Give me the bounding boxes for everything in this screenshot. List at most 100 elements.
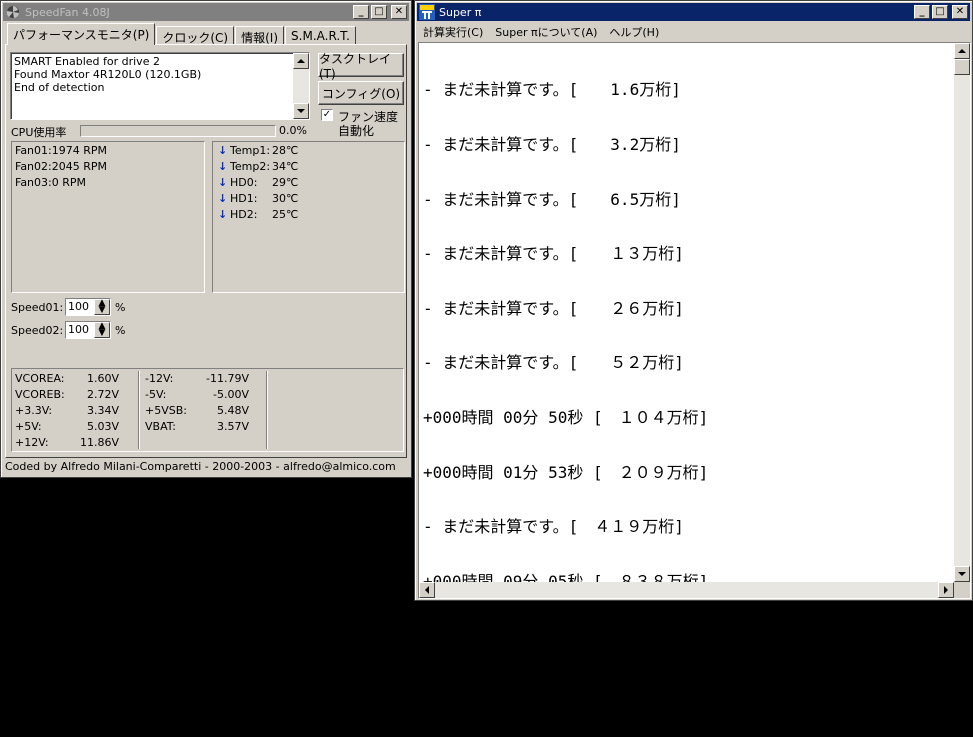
superpi-titlebar[interactable]: Super π _ □ ✕: [417, 3, 970, 21]
voltage-value: 5.48V: [216, 404, 249, 417]
temp-value: 34℃: [272, 160, 299, 173]
fan-speed-auto-label-2: 自動化: [338, 124, 375, 138]
voltage-value: 5.03V: [86, 420, 119, 433]
menu-help[interactable]: ヘルプ(H): [603, 24, 665, 40]
log-line: SMART Enabled for drive 2: [14, 55, 160, 68]
temp-value: 30℃: [272, 192, 299, 205]
log-scrollbar[interactable]: [293, 53, 309, 119]
checkbox-icon[interactable]: ✓: [321, 109, 333, 121]
scroll-down-icon[interactable]: [954, 566, 970, 582]
temp-name: Temp2:: [230, 160, 271, 173]
temp-row: ↓ HD1: 30℃: [218, 192, 298, 205]
status-bar: Coded by Alfredo Milani-Comparetti - 200…: [5, 460, 396, 473]
down-arrow-icon: ↓: [218, 192, 228, 205]
fan-speed-auto-checkbox[interactable]: ✓: [321, 109, 335, 123]
result-line: - まだ未計算です。[ 3.2万桁]: [423, 135, 681, 155]
cpu-usage-value: 0.0%: [279, 124, 307, 137]
speedfan-window: SpeedFan 4.08J _ □ ✕ パフォーマンスモニタ(P) クロック(…: [0, 0, 412, 478]
voltage-row: VBAT: 3.57V: [145, 420, 249, 433]
result-line: - まだ未計算です。[ ５２万桁]: [423, 353, 684, 373]
result-line: - まだ未計算です。[ １３万桁]: [423, 244, 684, 264]
voltage-value: 2.72V: [86, 388, 119, 401]
log-line: End of detection: [14, 81, 105, 94]
tab-clock[interactable]: クロック(C): [156, 26, 235, 45]
tab-smart[interactable]: S.M.A.R.T.: [285, 26, 356, 45]
fan-reading: Fan03:0 RPM: [15, 176, 86, 189]
down-arrow-icon: ↓: [218, 160, 228, 173]
tasktray-button[interactable]: タスクトレイ(T): [318, 52, 404, 81]
voltage-row: +5VSB: 5.48V: [145, 404, 249, 417]
fan-reading: Fan02:2045 RPM: [15, 160, 107, 173]
menu-calculate[interactable]: 計算実行(C): [417, 24, 489, 40]
down-arrow-icon: ↓: [218, 208, 228, 221]
scroll-corner: [954, 582, 970, 598]
close-icon[interactable]: ✕: [952, 5, 968, 19]
config-button[interactable]: コンフィグ(O): [318, 81, 404, 105]
results-text-area[interactable]: - まだ未計算です。[ 1.6万桁] - まだ未計算です。[ 3.2万桁] - …: [418, 42, 971, 700]
result-line: - まだ未計算です。[１６７７万桁]: [423, 626, 684, 646]
voltage-row: VCOREA: 1.60V: [15, 372, 119, 385]
voltage-value: 3.57V: [216, 420, 249, 433]
voltage-value: 3.34V: [86, 404, 119, 417]
cpu-usage-bar: [80, 125, 276, 137]
down-arrow-icon: ↓: [218, 176, 228, 189]
temp-row: ↓ HD0: 29℃: [218, 176, 298, 189]
menu-about[interactable]: Super πについて(A): [489, 24, 603, 40]
menu-bar: 計算実行(C) Super πについて(A) ヘルプ(H): [417, 22, 665, 42]
scroll-down-icon[interactable]: [293, 103, 309, 119]
voltage-row: -5V: -5.00V: [145, 388, 249, 401]
scroll-thumb[interactable]: [954, 59, 970, 75]
voltage-value: -5.00V: [213, 388, 249, 401]
voltage-name: VCOREB:: [15, 388, 65, 401]
speed02-field[interactable]: 100 ▲ ▼: [65, 321, 111, 339]
result-line: +000時間 00分 50秒 [ １０４万桁]: [423, 408, 709, 428]
speed01-percent: %: [115, 301, 126, 314]
results-lines: - まだ未計算です。[ 1.6万桁] - まだ未計算です。[ 3.2万桁] - …: [423, 45, 708, 737]
maximize-icon[interactable]: □: [371, 5, 387, 19]
tab-info[interactable]: 情報(I): [235, 26, 285, 45]
voltage-name: +3.3V:: [15, 404, 53, 417]
scroll-up-icon[interactable]: [954, 43, 970, 59]
temp-value: 25℃: [272, 208, 299, 221]
voltage-col-divider: [266, 371, 268, 449]
voltage-col-divider: [138, 371, 140, 449]
voltage-row: +12V: 11.86V: [15, 436, 119, 449]
maximize-icon[interactable]: □: [932, 5, 948, 19]
voltage-name: -5V:: [145, 388, 167, 401]
speed01-label: Speed01:: [11, 301, 64, 314]
scroll-left-icon[interactable]: [419, 582, 435, 598]
scroll-right-icon[interactable]: [938, 582, 954, 598]
minimize-icon[interactable]: _: [914, 5, 930, 19]
fan-reading: Fan01:1974 RPM: [15, 144, 107, 157]
temps-panel: ↓ Temp1: 28℃ ↓ Temp2: 34℃ ↓ HD0: 29℃ ↓ HD1: 30℃ …: [212, 141, 405, 293]
close-icon[interactable]: ✕: [391, 5, 407, 19]
result-line: - まだ未計算です。[ 1.6万桁]: [423, 80, 681, 100]
voltage-name: VBAT:: [145, 420, 176, 433]
scroll-up-icon[interactable]: [293, 53, 309, 69]
temp-name: Temp1:: [230, 144, 271, 157]
speed01-field[interactable]: 100 ▲ ▼: [65, 298, 111, 316]
speedfan-titlebar[interactable]: SpeedFan 4.08J _ □ ✕: [3, 3, 409, 21]
result-line: - まだ未計算です。[ 6.5万桁]: [423, 189, 681, 209]
horizontal-scrollbar[interactable]: [419, 582, 954, 598]
minimize-icon[interactable]: _: [353, 5, 369, 19]
fan-icon: [5, 4, 21, 20]
speed02-value[interactable]: 100: [68, 323, 89, 336]
voltage-row: VCOREB: 2.72V: [15, 388, 119, 401]
log-box: SMART Enabled for drive 2 Found Maxtor 4…: [10, 52, 310, 120]
voltage-name: +5VSB:: [145, 404, 187, 417]
tab-strip: パフォーマンスモニタ(P) クロック(C) 情報(I) S.M.A.R.T.: [7, 23, 357, 45]
voltage-value: -11.79V: [206, 372, 249, 385]
tab-performance-monitor[interactable]: パフォーマンスモニタ(P): [7, 23, 156, 45]
speed01-spinner[interactable]: ▲ ▼: [94, 299, 110, 315]
temp-name: HD0:: [230, 176, 258, 189]
temp-row: ↓ HD2: 25℃: [218, 208, 298, 221]
voltage-row: +5V: 5.03V: [15, 420, 119, 433]
speed01-value[interactable]: 100: [68, 300, 89, 313]
vertical-scrollbar[interactable]: [954, 43, 970, 582]
voltage-name: +12V:: [15, 436, 49, 449]
temp-row: ↓ Temp1: 28℃: [218, 144, 298, 157]
voltage-row: -12V: -11.79V: [145, 372, 249, 385]
temp-row: ↓ Temp2: 34℃: [218, 160, 298, 173]
speed02-spinner[interactable]: ▲ ▼: [94, 322, 110, 338]
